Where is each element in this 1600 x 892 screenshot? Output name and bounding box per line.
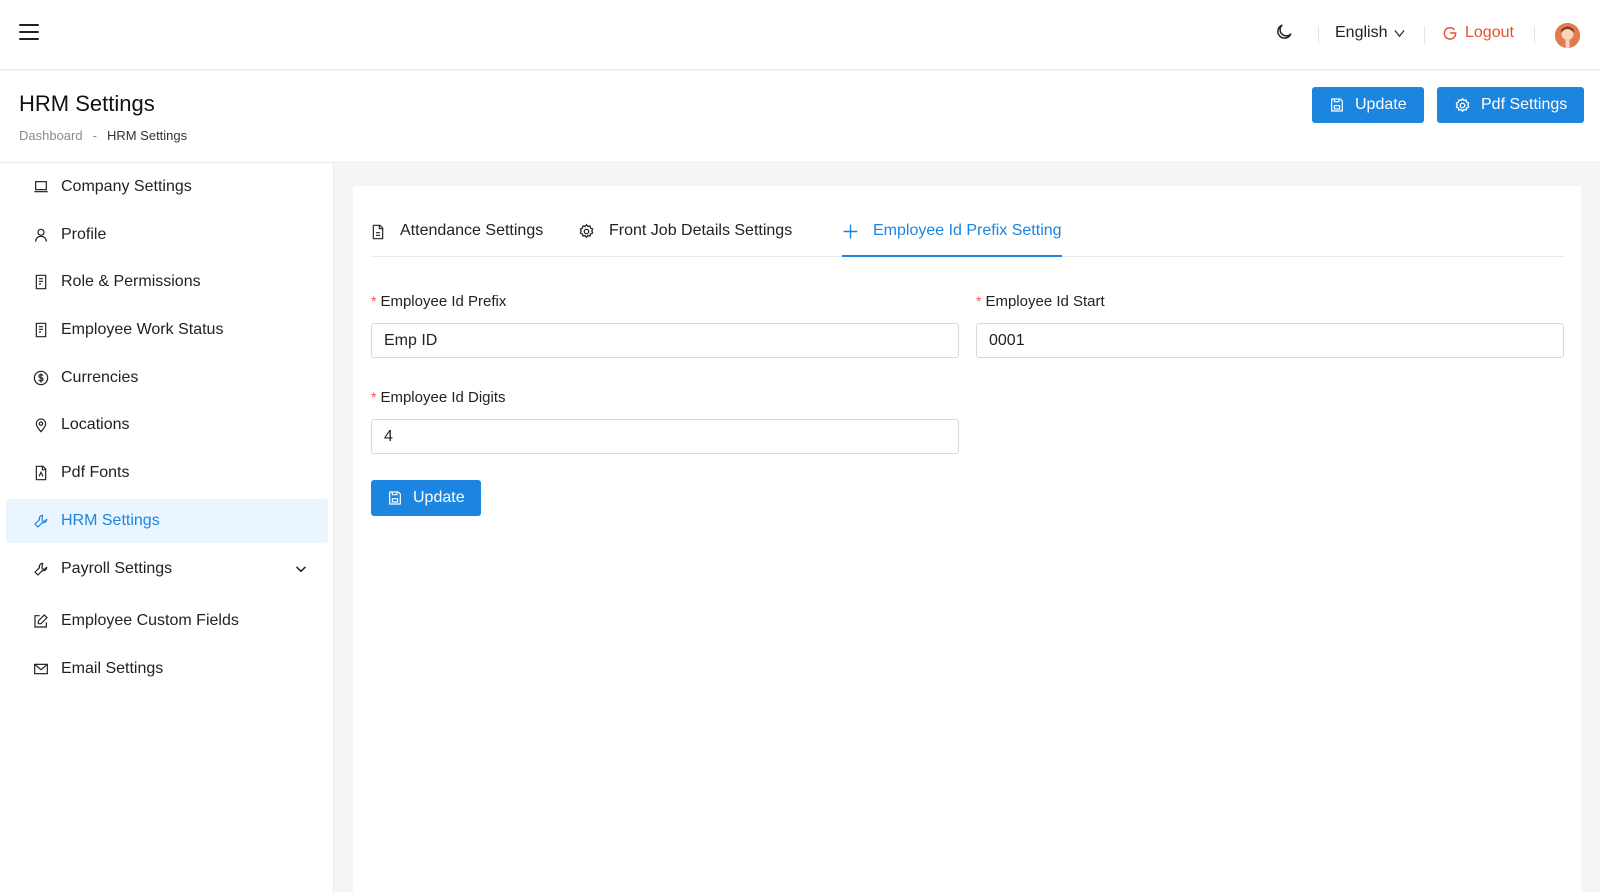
employee-id-digits-label: * Employee Id Digits <box>371 389 506 406</box>
sidebar-item-profile[interactable]: Profile <box>6 213 328 257</box>
sidebar-item-hrm-settings[interactable]: HRM Settings <box>6 499 328 543</box>
sidebar-item-label: HRM Settings <box>61 512 160 529</box>
employee-id-prefix-input[interactable] <box>371 323 959 358</box>
pdf-settings-label: Pdf Settings <box>1481 96 1568 113</box>
tab-attendance-settings[interactable]: Attendance Settings <box>370 214 543 257</box>
save-icon <box>389 491 401 505</box>
avatar[interactable] <box>1555 23 1580 48</box>
sidebar-item-label: Currencies <box>61 369 139 386</box>
gear-icon <box>579 223 594 239</box>
logout-button[interactable]: Logout <box>1442 24 1514 42</box>
employee-id-prefix-label: * Employee Id Prefix <box>371 293 507 310</box>
user-icon <box>32 226 50 244</box>
sidebar-item-label: Email Settings <box>61 660 164 677</box>
pdf-settings-button[interactable]: Pdf Settings <box>1437 87 1585 123</box>
header-update-label: Update <box>1355 96 1407 113</box>
sidebar-item-email-settings[interactable]: Email Settings <box>6 647 328 691</box>
required-mark: * <box>976 293 982 309</box>
sidebar-item-label: Pdf Fonts <box>61 464 130 481</box>
form-update-label: Update <box>413 489 465 506</box>
document-list-icon <box>32 321 50 339</box>
breadcrumb-current: HRM Settings <box>106 128 188 143</box>
laptop-icon <box>32 178 50 196</box>
tab-label: Front Job Details Settings <box>609 222 793 239</box>
tab-front-job-details-settings[interactable]: Front Job Details Settings <box>578 214 792 257</box>
required-mark: * <box>371 293 377 309</box>
file-icon <box>372 224 384 240</box>
dark-mode-toggle-icon[interactable] <box>1274 22 1296 44</box>
divider <box>1424 26 1425 44</box>
sidebar-item-locations[interactable]: Locations <box>6 403 328 447</box>
sidebar-item-label: Role & Permissions <box>61 273 201 290</box>
top-bar: English Logout <box>0 0 1600 70</box>
breadcrumb: Dashboard - HRM Settings <box>19 128 187 143</box>
tab-label: Employee Id Prefix Setting <box>873 222 1062 239</box>
tool-icon <box>32 512 50 530</box>
sidebar-item-employee-custom-fields[interactable]: Employee Custom Fields <box>6 599 328 643</box>
sidebar-item-label: Payroll Settings <box>61 560 173 577</box>
sidebar-item-payroll-settings[interactable]: Payroll Settings <box>6 547 328 591</box>
sidebar-item-pdf-fonts[interactable]: Pdf Fonts <box>6 451 328 495</box>
gear-icon <box>1455 97 1470 112</box>
sidebar-item-label: Locations <box>61 416 130 433</box>
breadcrumb-dashboard-link[interactable]: Dashboard <box>19 128 83 143</box>
edit-icon <box>32 612 50 630</box>
sidebar-item-label: Employee Work Status <box>61 321 224 338</box>
tab-employee-id-prefix-setting[interactable]: Employee Id Prefix Setting <box>842 214 1062 257</box>
settings-sidebar: Company Settings Profile Role & Permissi… <box>0 163 334 892</box>
employee-id-start-label: * Employee Id Start <box>976 293 1105 310</box>
tool-icon <box>32 560 50 578</box>
language-selector[interactable]: English <box>1335 24 1406 42</box>
chevron-down-icon[interactable] <box>294 562 308 581</box>
page-header: HRM Settings Dashboard - HRM Settings Up… <box>0 71 1600 163</box>
divider <box>1318 26 1319 44</box>
required-mark: * <box>371 389 377 405</box>
location-pin-icon <box>32 416 50 434</box>
page-title: HRM Settings <box>19 91 155 116</box>
dollar-circle-icon <box>32 369 50 387</box>
sidebar-item-currencies[interactable]: Currencies <box>6 356 328 400</box>
sidebar-item-company-settings[interactable]: Company Settings <box>6 165 328 209</box>
tab-bar: Attendance Settings Front Job Details Se… <box>370 214 1564 257</box>
language-label: English <box>1335 24 1388 41</box>
divider <box>1534 26 1535 44</box>
mail-icon <box>32 660 50 678</box>
logout-label: Logout <box>1465 24 1514 41</box>
sidebar-item-employee-work-status[interactable]: Employee Work Status <box>6 308 328 352</box>
form-update-button[interactable]: Update <box>371 480 481 516</box>
sidebar-item-label: Profile <box>61 226 107 243</box>
employee-id-digits-input[interactable] <box>371 419 959 454</box>
logout-icon <box>1443 26 1457 40</box>
header-update-button[interactable]: Update <box>1312 87 1424 123</box>
sidebar-item-role-permissions[interactable]: Role & Permissions <box>6 260 328 304</box>
save-icon <box>1331 98 1343 112</box>
tab-label: Attendance Settings <box>400 222 544 239</box>
breadcrumb-separator: - <box>92 128 97 143</box>
pdf-file-icon <box>32 464 50 482</box>
employee-id-start-input[interactable] <box>976 323 1564 358</box>
sidebar-item-label: Employee Custom Fields <box>61 612 239 629</box>
chevron-down-icon <box>1395 29 1405 37</box>
document-list-icon <box>32 273 50 291</box>
menu-toggle-icon[interactable] <box>19 24 39 41</box>
settings-card: Attendance Settings Front Job Details Se… <box>353 186 1581 892</box>
plus-icon <box>843 224 858 239</box>
sidebar-item-label: Company Settings <box>61 178 192 195</box>
